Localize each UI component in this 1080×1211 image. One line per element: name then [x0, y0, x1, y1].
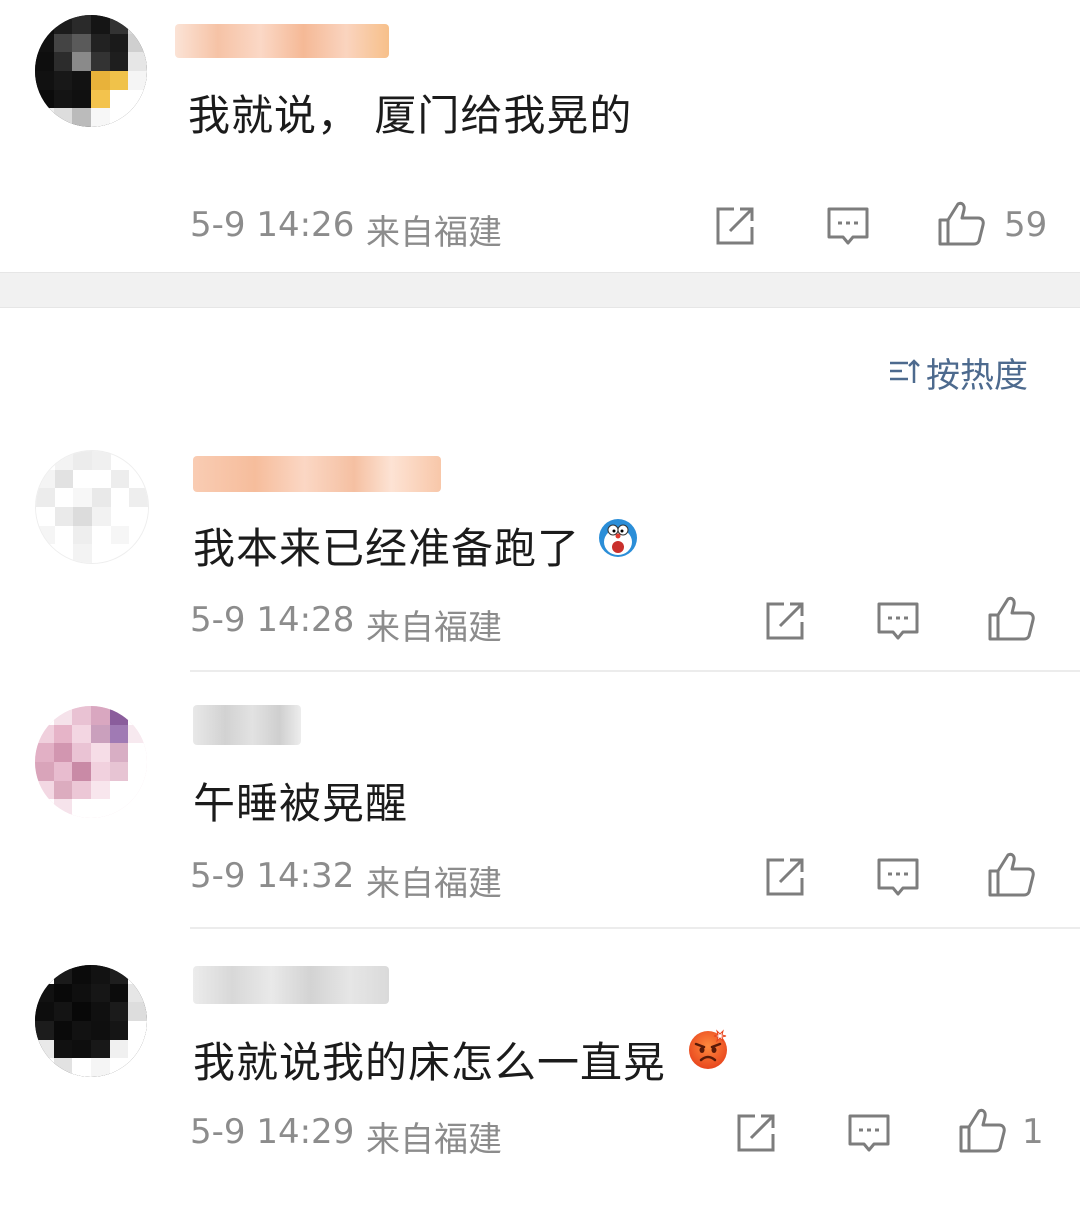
section-separator [0, 272, 1080, 308]
comment-timestamp: 5-9 14:26 [190, 205, 355, 245]
thumb-up-icon[interactable] [986, 595, 1036, 643]
doraemon-shocked-emoji [599, 519, 637, 557]
reply-timestamp: 5-9 14:32 [190, 856, 355, 896]
comment-icon[interactable] [875, 598, 921, 644]
share-icon[interactable] [733, 1110, 779, 1156]
reply-location: 来自福建 [366, 864, 502, 904]
username-blurred[interactable] [193, 966, 389, 1004]
reply-text: 我就说我的床怎么一直晃 [193, 1038, 667, 1087]
thumb-up-icon[interactable] [936, 200, 986, 248]
thumb-up-icon[interactable] [986, 851, 1036, 899]
comment-icon[interactable] [825, 203, 871, 249]
share-icon[interactable] [762, 854, 808, 900]
avatar[interactable] [35, 450, 149, 564]
avatar[interactable] [35, 965, 147, 1077]
comment-icon[interactable] [846, 1110, 892, 1156]
like-count: 59 [1004, 205, 1048, 245]
like-count: 1 [1022, 1112, 1044, 1152]
username-blurred[interactable] [193, 456, 441, 492]
share-icon[interactable] [762, 598, 808, 644]
avatar[interactable] [35, 706, 147, 818]
reply-text: 午睡被晃醒 [193, 779, 409, 828]
reply-timestamp: 5-9 14:28 [190, 600, 355, 640]
comment-icon[interactable] [875, 854, 921, 900]
angry-face-emoji [689, 1029, 727, 1069]
sort-icon[interactable] [888, 355, 920, 387]
share-icon[interactable] [712, 203, 758, 249]
avatar[interactable] [35, 15, 147, 127]
reply-divider [190, 927, 1080, 929]
thumb-up-icon[interactable] [957, 1107, 1007, 1155]
sort-by-hot[interactable]: 按热度 [926, 348, 1028, 397]
reply-text: 我本来已经准备跑了 [193, 524, 581, 573]
comment-text: 我就说， 厦门给我晃的 [188, 91, 633, 140]
reply-divider [190, 670, 1080, 672]
reply-timestamp: 5-9 14:29 [190, 1112, 355, 1152]
username-blurred[interactable] [193, 705, 301, 745]
reply-location: 来自福建 [366, 608, 502, 648]
comment-location: 来自福建 [366, 213, 502, 253]
username-blurred[interactable] [175, 24, 389, 58]
reply-location: 来自福建 [366, 1120, 502, 1160]
